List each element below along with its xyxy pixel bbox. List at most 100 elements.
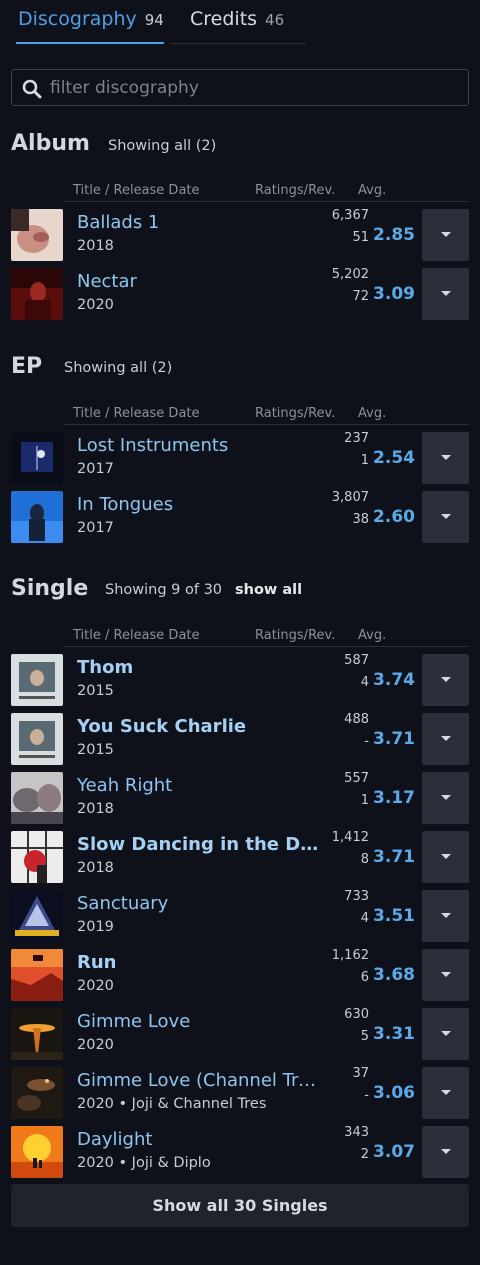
reviews-count: 51 bbox=[352, 230, 369, 245]
release-title[interactable]: Gimme Love (Channel Tres Remix) bbox=[77, 1070, 322, 1091]
ratings-count: 1,412 bbox=[331, 830, 369, 845]
release-title[interactable]: Daylight bbox=[77, 1129, 152, 1150]
section-title-album: Album bbox=[11, 131, 90, 156]
reviews-count: 4 bbox=[360, 675, 369, 690]
release-menu-button[interactable] bbox=[422, 1067, 469, 1119]
single-cover-gimme-love-remix[interactable] bbox=[11, 1067, 63, 1119]
single-cover-gimme-love[interactable] bbox=[11, 1008, 63, 1060]
release-date: 2020 bbox=[77, 297, 114, 313]
caret-down-icon bbox=[441, 1031, 451, 1036]
column-headers: Title / Release Date Ratings/Rev. Avg. bbox=[0, 625, 480, 647]
single-cover-sanctuary[interactable] bbox=[11, 890, 63, 942]
release-title[interactable]: Run bbox=[77, 952, 117, 973]
release-row: Gimme Love 2020 630 5 3.31 bbox=[0, 1006, 480, 1062]
album-cover-nectar[interactable] bbox=[11, 268, 63, 320]
average-rating: 3.07 bbox=[373, 1142, 415, 1162]
release-date: 2020 bbox=[77, 978, 114, 994]
caret-down-icon bbox=[441, 795, 451, 800]
release-date: 2015 bbox=[77, 683, 114, 699]
caret-down-icon bbox=[441, 854, 451, 859]
column-headers: Title / Release Date Ratings/Rev. Avg. bbox=[0, 180, 480, 202]
reviews-count: - bbox=[364, 734, 369, 749]
release-title[interactable]: You Suck Charlie bbox=[77, 716, 246, 737]
release-menu-button[interactable] bbox=[422, 772, 469, 824]
section-showing-album: Showing all (2) bbox=[108, 138, 217, 154]
average-rating: 3.09 bbox=[373, 284, 415, 304]
average-rating: 3.31 bbox=[373, 1024, 415, 1044]
ratings-count: 630 bbox=[344, 1007, 369, 1022]
reviews-count: 1 bbox=[360, 453, 369, 468]
release-date: 2018 bbox=[77, 860, 114, 876]
tab-credits[interactable]: Credits 46 bbox=[190, 8, 284, 44]
section-showing-single: Showing 9 of 30 bbox=[105, 582, 223, 598]
search-box bbox=[11, 69, 469, 106]
release-date: 2018 bbox=[77, 238, 114, 254]
search-icon bbox=[22, 79, 42, 99]
release-date: 2015 bbox=[77, 742, 114, 758]
column-ratings-header: Ratings/Rev. bbox=[255, 406, 336, 421]
show-all-singles-link[interactable]: show all bbox=[235, 582, 302, 598]
release-row: Ballads 1 2018 6,367 51 2.85 bbox=[0, 207, 480, 263]
divider bbox=[64, 646, 469, 647]
single-cover-daylight[interactable] bbox=[11, 1126, 63, 1178]
ep-cover-in-tongues[interactable] bbox=[11, 491, 63, 543]
tab-discography[interactable]: Discography 94 bbox=[18, 8, 164, 44]
single-cover-you-suck-charlie[interactable] bbox=[11, 713, 63, 765]
release-title[interactable]: Yeah Right bbox=[77, 775, 172, 796]
release-title[interactable]: Ballads 1 bbox=[77, 212, 159, 233]
release-title[interactable]: Slow Dancing in the Dark bbox=[77, 834, 322, 855]
caret-down-icon bbox=[441, 291, 451, 296]
caret-down-icon bbox=[441, 455, 451, 460]
section-showing-ep: Showing all (2) bbox=[64, 360, 173, 376]
release-title[interactable]: Gimme Love bbox=[77, 1011, 190, 1032]
average-rating: 2.54 bbox=[373, 448, 415, 468]
ratings-count: 6,367 bbox=[331, 208, 369, 223]
tab-label: Credits bbox=[190, 8, 258, 30]
single-cover-thom[interactable] bbox=[11, 654, 63, 706]
release-row: You Suck Charlie 2015 488 - 3.71 bbox=[0, 711, 480, 767]
release-menu-button[interactable] bbox=[422, 831, 469, 883]
release-menu-button[interactable] bbox=[422, 654, 469, 706]
divider bbox=[64, 201, 469, 202]
release-row: Sanctuary 2019 733 4 3.51 bbox=[0, 888, 480, 944]
single-cover-yeah-right[interactable] bbox=[11, 772, 63, 824]
release-date: 2020 • Joji & Diplo bbox=[77, 1155, 211, 1171]
filter-discography-input[interactable] bbox=[50, 76, 450, 100]
reviews-count: 2 bbox=[360, 1147, 369, 1162]
single-cover-slow-dancing-in-the-dark[interactable] bbox=[11, 831, 63, 883]
album-cover-ballads-1[interactable] bbox=[11, 209, 63, 261]
release-menu-button[interactable] bbox=[422, 1008, 469, 1060]
release-date: 2018 bbox=[77, 801, 114, 817]
release-row: Yeah Right 2018 557 1 3.17 bbox=[0, 770, 480, 826]
release-menu-button[interactable] bbox=[422, 1126, 469, 1178]
release-menu-button[interactable] bbox=[422, 209, 469, 261]
tab-count: 46 bbox=[265, 11, 285, 29]
release-menu-button[interactable] bbox=[422, 432, 469, 484]
release-title[interactable]: In Tongues bbox=[77, 494, 173, 515]
release-menu-button[interactable] bbox=[422, 713, 469, 765]
reviews-count: 6 bbox=[360, 970, 369, 985]
single-cover-run[interactable] bbox=[11, 949, 63, 1001]
section-title-ep: EP bbox=[11, 354, 43, 379]
show-all-singles-button[interactable]: Show all 30 Singles bbox=[11, 1184, 469, 1227]
reviews-count: - bbox=[364, 1088, 369, 1103]
release-row: In Tongues 2017 3,807 38 2.60 bbox=[0, 489, 480, 545]
release-title[interactable]: Lost Instruments bbox=[77, 435, 228, 456]
release-menu-button[interactable] bbox=[422, 949, 469, 1001]
release-title[interactable]: Sanctuary bbox=[77, 893, 168, 914]
release-title[interactable]: Nectar bbox=[77, 271, 137, 292]
average-rating: 3.06 bbox=[373, 1083, 415, 1103]
reviews-count: 38 bbox=[352, 512, 369, 527]
column-avg-header: Avg. bbox=[358, 628, 387, 643]
average-rating: 3.71 bbox=[373, 847, 415, 867]
ratings-count: 237 bbox=[344, 431, 369, 446]
average-rating: 2.85 bbox=[373, 225, 415, 245]
release-menu-button[interactable] bbox=[422, 268, 469, 320]
release-menu-button[interactable] bbox=[422, 890, 469, 942]
ratings-count: 3,807 bbox=[331, 490, 369, 505]
ratings-count: 5,202 bbox=[331, 267, 369, 282]
ep-cover-lost-instruments[interactable] bbox=[11, 432, 63, 484]
release-menu-button[interactable] bbox=[422, 491, 469, 543]
caret-down-icon bbox=[441, 677, 451, 682]
release-title[interactable]: Thom bbox=[77, 657, 133, 678]
